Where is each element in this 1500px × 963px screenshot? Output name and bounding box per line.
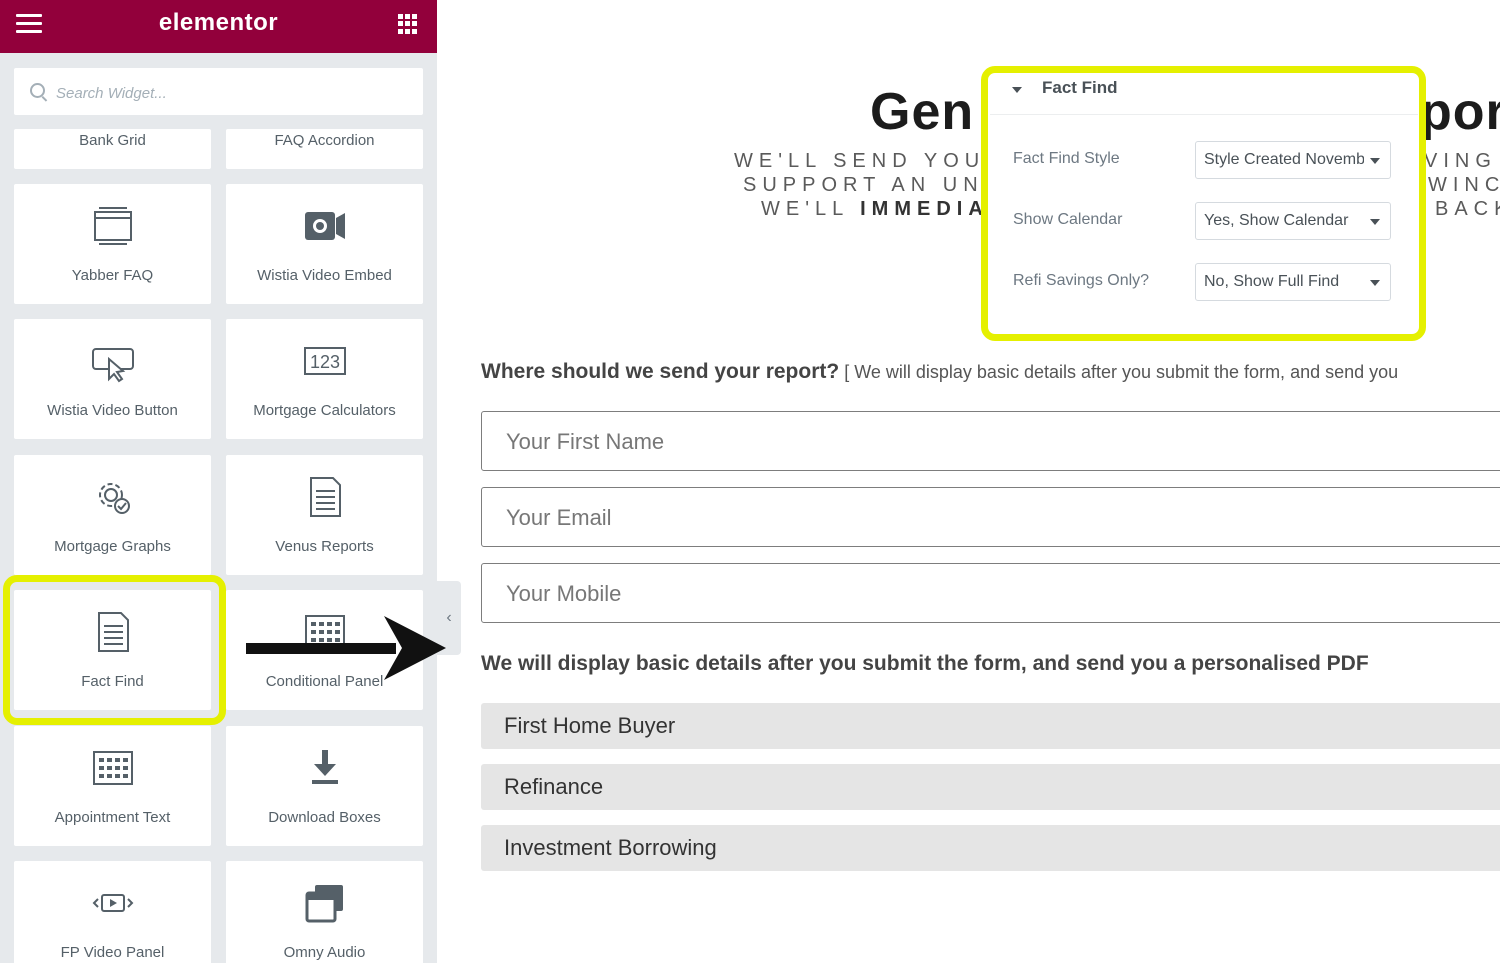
subtitle-line: VING [1424, 150, 1497, 172]
subtitle-line: SUPPORT AN UN [743, 174, 984, 196]
option-label: Investment Borrowing [504, 835, 717, 860]
email-field[interactable] [481, 487, 1500, 547]
gear-check-icon [14, 475, 211, 519]
email-input[interactable] [504, 502, 1408, 534]
question-bold: Where should we send your report? [481, 360, 840, 383]
widget-tile[interactable]: Wistia Video Button [14, 319, 211, 439]
page-heading-left: Gen [870, 83, 975, 141]
number-calculator-icon: 123 [226, 339, 423, 383]
video-button-icon [14, 339, 211, 383]
widget-label: Yabber FAQ [71, 267, 154, 284]
widget-tile[interactable]: Mortgage Graphs [14, 455, 211, 575]
widget-label: Venus Reports [275, 538, 374, 555]
option-investment-borrowing[interactable]: Investment Borrowing [481, 825, 1500, 871]
widget-label: Mortgage Calculators [253, 402, 396, 419]
form-note: We will display basic details after you … [481, 652, 1369, 675]
settings-highlight [981, 66, 1426, 341]
search-icon [30, 83, 45, 98]
stacked-windows-icon [226, 881, 423, 925]
fact-find-highlight [3, 575, 226, 725]
widget-label: Mortgage Graphs [54, 538, 171, 555]
grid-icon[interactable] [398, 14, 418, 34]
widget-tile[interactable]: Wistia Video Embed [226, 184, 423, 304]
widget-search[interactable] [14, 68, 423, 115]
widget-label: FP Video Panel [60, 944, 165, 961]
widget-label: FAQ Accordion [274, 132, 375, 149]
widget-sidebar: elementor Bank Grid FAQ Accordion Yabber… [0, 0, 437, 963]
widget-label: Wistia Video Button [47, 402, 178, 419]
option-label: First Home Buyer [504, 713, 676, 738]
subtitle-normal: WE'LL [761, 198, 861, 220]
form-question: Where should we send your report? [ We w… [481, 360, 1398, 384]
mobile-field[interactable] [481, 563, 1500, 623]
widget-label: Appointment Text [54, 809, 171, 826]
mobile-input[interactable] [504, 578, 1408, 610]
download-icon [226, 746, 423, 790]
widget-label: Omny Audio [283, 944, 366, 961]
svg-text:123: 123 [309, 352, 339, 372]
option-label: Refinance [504, 774, 604, 799]
faq-list-icon [14, 204, 211, 248]
subtitle-line: WE'LL IMMEDIA [761, 198, 989, 221]
document-icon [226, 475, 423, 519]
page-heading-right: por [1420, 83, 1500, 141]
first-name-input[interactable] [504, 426, 1408, 458]
elementor-logo: elementor [158, 9, 279, 36]
widget-label: Download Boxes [268, 809, 381, 826]
search-input[interactable] [54, 80, 398, 106]
widget-label: Wistia Video Embed [257, 267, 392, 284]
widget-tile[interactable]: Venus Reports [226, 455, 423, 575]
subtitle-line: WE'LL SEND YOU [734, 150, 986, 172]
subtitle-line: WINC [1428, 174, 1500, 196]
first-name-field[interactable] [481, 411, 1500, 471]
option-first-home-buyer[interactable]: First Home Buyer [481, 703, 1500, 749]
video-camera-icon [226, 204, 423, 248]
widget-tile[interactable]: 123 Mortgage Calculators [226, 319, 423, 439]
widget-tile[interactable]: Yabber FAQ [14, 184, 211, 304]
subtitle-bold: IMMEDIA [860, 198, 989, 220]
arrow-right-icon [246, 616, 446, 680]
widget-tile[interactable]: FP Video Panel [14, 861, 211, 963]
question-rest: [ We will display basic details after yo… [839, 362, 1399, 382]
widget-tile[interactable]: Bank Grid [14, 129, 211, 169]
widget-label: Bank Grid [79, 132, 146, 149]
widget-tile[interactable]: FAQ Accordion [226, 129, 423, 169]
widget-tile[interactable]: Appointment Text [14, 726, 211, 846]
widget-tile[interactable]: Omny Audio [226, 861, 423, 963]
video-play-icon [14, 881, 211, 925]
editor-topbar: elementor [0, 0, 437, 53]
widget-tile[interactable]: Download Boxes [226, 726, 423, 846]
option-refinance[interactable]: Refinance [481, 764, 1500, 810]
subtitle-line: BACK [1435, 198, 1500, 220]
keypad-icon [14, 746, 211, 790]
